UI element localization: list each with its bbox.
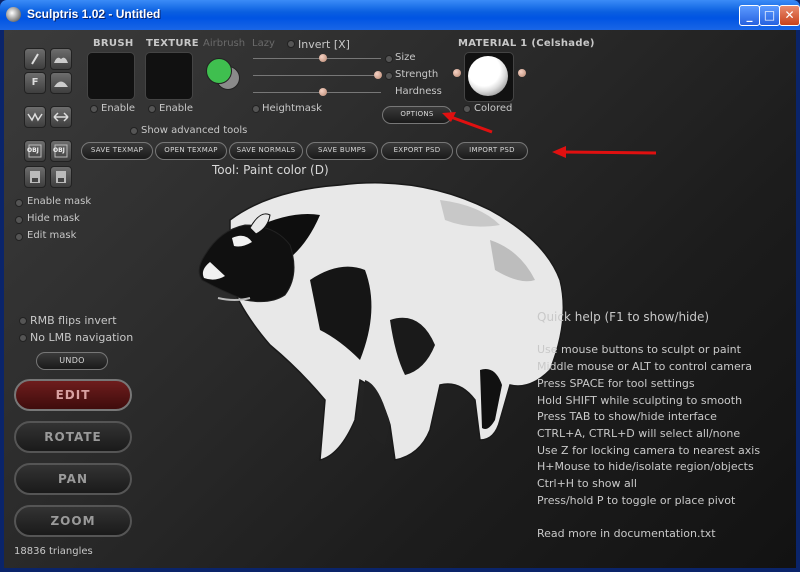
help-line: Hold SHIFT while sculpting to smooth — [537, 394, 743, 407]
help-line: Press SPACE for tool settings — [537, 377, 695, 390]
texture-slot[interactable] — [145, 52, 193, 100]
show-advanced-label: Show advanced tools — [141, 125, 248, 136]
brush-label: BRUSH — [93, 38, 134, 49]
import-obj-button[interactable]: OBJ — [24, 140, 46, 162]
crease-tool-icon — [54, 57, 68, 63]
export-obj-button[interactable]: OBJ — [50, 140, 72, 162]
heightmask-label: Heightmask — [262, 103, 322, 114]
import-psd-arrowhead-icon — [552, 146, 566, 158]
window-title: Sculptris 1.02 - Untitled — [27, 7, 161, 21]
strength-slider[interactable] — [253, 75, 381, 76]
hardness-slider[interactable] — [253, 92, 381, 93]
material-sphere — [468, 56, 508, 96]
texture-enable-label: Enable — [159, 103, 194, 114]
rmb-flips-checkbox[interactable] — [19, 317, 27, 325]
quick-help-title: Quick help (F1 to show/hide) — [537, 310, 710, 324]
help-line: H+Mouse to hide/isolate region/objects — [537, 460, 754, 473]
help-line: Ctrl+H to show all — [537, 477, 637, 490]
enable-mask-label: Enable mask — [27, 196, 92, 207]
viewport[interactable]: F OBJ OBJ BRUSH TEXTURE Airbrush Lazy In… — [4, 30, 796, 568]
brush-slot[interactable] — [87, 52, 135, 100]
airbrush-toggle[interactable]: Airbrush — [203, 38, 245, 49]
annotation-arrows — [442, 112, 657, 158]
draw-tool-icon — [31, 53, 39, 65]
material-preview[interactable] — [464, 52, 514, 102]
hide-mask-label: Hide mask — [27, 213, 80, 224]
texture-enable-checkbox[interactable] — [148, 105, 156, 113]
size-pressure-checkbox[interactable] — [385, 55, 393, 63]
undo-button[interactable]: UNDO — [36, 352, 108, 370]
export-obj-label: OBJ — [53, 147, 65, 154]
options-arrow-icon — [447, 114, 493, 134]
save-bumps-button[interactable]: SAVE BUMPS — [306, 142, 378, 160]
grab-tool-icon — [53, 112, 69, 122]
help-line: Use Z for locking camera to nearest axis — [537, 444, 761, 457]
open-file-button[interactable] — [50, 166, 72, 188]
sculptris-app-icon — [6, 7, 21, 22]
bear-model[interactable] — [190, 170, 580, 470]
minimize-button[interactable]: _ — [739, 5, 760, 26]
no-lmb-checkbox[interactable] — [19, 334, 27, 342]
pinch-tool-icon — [27, 112, 43, 122]
invert-checkbox[interactable] — [287, 40, 295, 48]
import-psd-arrow-icon — [561, 150, 657, 155]
help-footer: Read more in documentation.txt — [537, 527, 716, 540]
help-line: CTRL+A, CTRL+D will select all/none — [537, 427, 741, 440]
size-label: Size — [395, 52, 416, 63]
hardness-label: Hardness — [395, 86, 442, 97]
flatten-tool-button[interactable]: F — [24, 72, 46, 94]
title-bar[interactable]: Sculptris 1.02 - Untitled _ □ ✕ — [0, 0, 800, 30]
inflate-tool-button[interactable] — [50, 72, 72, 94]
rotate-mode-button[interactable]: ROTATE — [14, 421, 132, 453]
zoom-mode-button[interactable]: ZOOM — [14, 505, 132, 537]
hide-mask-checkbox[interactable] — [15, 216, 23, 224]
help-line: Middle mouse or ALT to control camera — [537, 360, 753, 373]
brush-enable-label: Enable — [101, 103, 136, 114]
size-slider[interactable] — [253, 58, 381, 59]
material-label: MATERIAL 1 (Celshade) — [458, 38, 595, 49]
inflate-tool-icon — [54, 81, 68, 87]
hardness-slider-knob[interactable] — [319, 88, 328, 96]
material-next-knob[interactable] — [518, 69, 526, 77]
edit-mask-label: Edit mask — [27, 230, 77, 241]
texture-label: TEXTURE — [146, 38, 199, 49]
edit-mode-button[interactable]: EDIT — [14, 379, 132, 411]
save-file-icon — [30, 171, 40, 183]
rmb-flips-label: RMB flips invert — [30, 314, 117, 327]
enable-mask-checkbox[interactable] — [15, 199, 23, 207]
strength-label: Strength — [395, 69, 439, 80]
show-advanced-checkbox[interactable] — [130, 127, 138, 135]
material-prev-knob[interactable] — [453, 69, 461, 77]
triangle-count: 18836 triangles — [14, 546, 93, 557]
help-line: Press TAB to show/hide interface — [537, 410, 717, 423]
pinch-tool-button[interactable] — [24, 106, 46, 128]
save-texmap-button[interactable]: SAVE TEXMAP — [81, 142, 153, 160]
heightmask-checkbox[interactable] — [252, 105, 260, 113]
grab-tool-button[interactable] — [50, 106, 72, 128]
app-window: Sculptris 1.02 - Untitled _ □ ✕ F OBJ OB… — [0, 0, 800, 572]
lazy-toggle[interactable]: Lazy — [252, 38, 275, 49]
primary-color-swatch[interactable] — [206, 58, 232, 84]
open-texmap-button[interactable]: OPEN TEXMAP — [155, 142, 227, 160]
maximize-button[interactable]: □ — [759, 5, 780, 26]
save-normals-button[interactable]: SAVE NORMALS — [229, 142, 303, 160]
help-line: Press/hold P to toggle or place pivot — [537, 494, 736, 507]
open-file-icon — [56, 171, 66, 183]
pan-mode-button[interactable]: PAN — [14, 463, 132, 495]
edit-mask-checkbox[interactable] — [15, 233, 23, 241]
crease-tool-button[interactable] — [50, 48, 72, 70]
size-slider-knob[interactable] — [319, 54, 328, 62]
invert-label: Invert [X] — [298, 38, 350, 51]
brush-enable-checkbox[interactable] — [90, 105, 98, 113]
help-line: Use mouse buttons to sculpt or paint — [537, 343, 741, 356]
draw-tool-button[interactable] — [24, 48, 46, 70]
strength-pressure-checkbox[interactable] — [385, 72, 393, 80]
no-lmb-label: No LMB navigation — [30, 331, 134, 344]
save-file-button[interactable] — [24, 166, 46, 188]
import-obj-label: OBJ — [27, 147, 39, 154]
strength-slider-knob[interactable] — [374, 71, 383, 79]
close-button[interactable]: ✕ — [779, 5, 800, 26]
